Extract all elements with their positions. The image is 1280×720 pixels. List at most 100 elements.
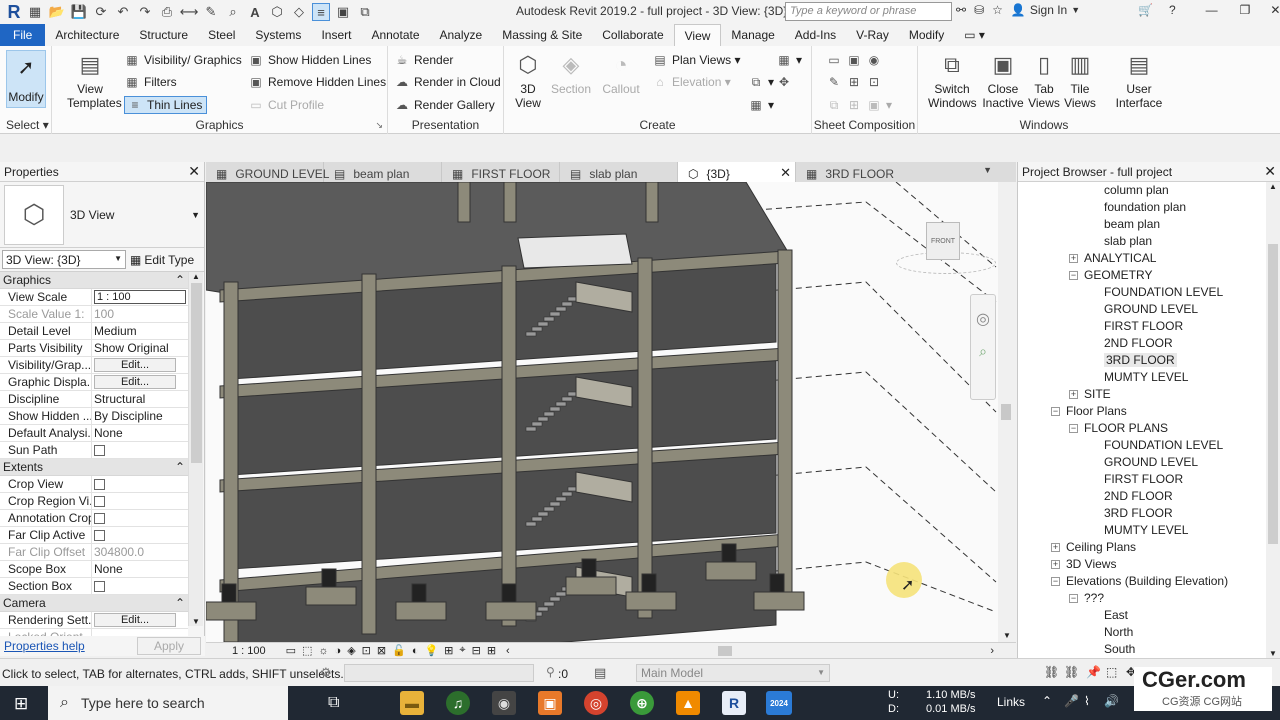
- help-search-input[interactable]: Type a keyword or phrase: [785, 2, 952, 21]
- print-icon[interactable]: ⎙: [158, 3, 176, 21]
- browser-item[interactable]: beam plan: [1104, 217, 1160, 231]
- crop-region-icon[interactable]: ⊠: [377, 644, 386, 657]
- temp-view-properties-icon[interactable]: ⊞: [444, 644, 453, 657]
- render-button[interactable]: ☕ Render: [394, 51, 454, 69]
- tile-views-button[interactable]: ▥ Tile Views: [1064, 50, 1096, 111]
- visual-style-icon[interactable]: ⬚: [302, 644, 312, 657]
- prop-rendering-settings[interactable]: Rendering Sett... Edit...: [0, 612, 188, 629]
- lock-view-icon[interactable]: 🔓: [392, 644, 406, 657]
- browser-item[interactable]: FOUNDATION LEVEL: [1104, 285, 1223, 299]
- microphone-icon[interactable]: 🎤: [1064, 694, 1079, 708]
- ribbon-toggle-icon[interactable]: ▭ ▾: [954, 24, 995, 46]
- prop-crop-region-visible[interactable]: Crop Region Vi...: [0, 493, 188, 510]
- network-icon[interactable]: ⌇: [1084, 694, 1090, 708]
- user-icon[interactable]: 👤: [1011, 3, 1026, 17]
- prop-annotation-crop[interactable]: Annotation Crop: [0, 510, 188, 527]
- save-icon[interactable]: 💾: [70, 3, 88, 21]
- 3d-view-icon[interactable]: ⬡: [268, 3, 286, 21]
- close-hidden-icon[interactable]: ▣: [334, 3, 352, 21]
- links-toolbar[interactable]: Links: [997, 695, 1025, 709]
- legends-button[interactable]: ▦ ▾: [748, 96, 774, 114]
- prop-default-analysis[interactable]: Default Analysi... None: [0, 425, 188, 442]
- editable-only-icon[interactable]: ⚲: [546, 665, 555, 679]
- scroll-down-icon[interactable]: ▼: [998, 631, 1016, 640]
- section-box-checkbox[interactable]: [94, 581, 105, 592]
- prop-parts-visibility[interactable]: Parts Visibility Show Original: [0, 340, 188, 357]
- close-icon[interactable]: ✕: [1270, 3, 1280, 17]
- browser-item[interactable]: 2ND FLOOR: [1104, 489, 1173, 503]
- collapse-icon[interactable]: −: [1051, 577, 1060, 586]
- vlc-icon[interactable]: ▲: [676, 691, 700, 715]
- modify-button[interactable]: ➚ Modify: [6, 50, 46, 108]
- collapse-icon[interactable]: −: [1051, 407, 1060, 416]
- browser-item[interactable]: GROUND LEVEL: [1104, 455, 1198, 469]
- scroll-down-icon[interactable]: ▼: [1266, 649, 1280, 658]
- 3d-view-button[interactable]: ⬡ 3D View: [510, 50, 546, 111]
- remove-hidden-lines-button[interactable]: ▣ Remove Hidden Lines: [248, 73, 386, 91]
- tab-annotate[interactable]: Annotate: [361, 24, 429, 46]
- task-view-icon[interactable]: ⧉: [328, 694, 339, 712]
- browser-item[interactable]: FOUNDATION LEVEL: [1104, 438, 1223, 452]
- cut-profile-button[interactable]: ▭ Cut Profile: [248, 96, 324, 114]
- tab-structure[interactable]: Structure: [129, 24, 198, 46]
- spotify-icon[interactable]: ♫: [446, 691, 470, 715]
- view-tab-3d[interactable]: ⬡ {3D} ✕: [678, 162, 796, 182]
- sign-in-link[interactable]: Sign In: [1030, 3, 1067, 17]
- browser-item[interactable]: FIRST FLOOR: [1104, 472, 1183, 486]
- tabs-dropdown-icon[interactable]: ▼: [983, 165, 992, 175]
- browser-item[interactable]: slab plan: [1104, 234, 1152, 248]
- browser-item[interactable]: Elevations (Building Elevation): [1066, 574, 1228, 588]
- tab-add-ins[interactable]: Add-Ins: [785, 24, 846, 46]
- steering-wheel-icon[interactable]: ◎: [971, 309, 995, 329]
- tab-insert[interactable]: Insert: [311, 24, 361, 46]
- instance-selector[interactable]: 3D View: {3D} ▼: [2, 250, 126, 269]
- collapse-icon[interactable]: −: [1069, 594, 1078, 603]
- edit-type-button[interactable]: ▦ Edit Type: [130, 253, 194, 267]
- tab-modify[interactable]: Modify: [899, 24, 954, 46]
- scroll-thumb[interactable]: [1001, 404, 1011, 420]
- worksets-icon[interactable]: ⚙: [320, 665, 332, 681]
- scroll-down-icon[interactable]: ▼: [189, 617, 203, 626]
- view-tab-slab-plan[interactable]: ▤ slab plan: [560, 162, 678, 182]
- browser-item[interactable]: FIRST FLOOR: [1104, 319, 1183, 333]
- horizontal-scrollbar[interactable]: [518, 645, 983, 656]
- type-selector[interactable]: ⬡ 3D View ▼: [0, 182, 204, 248]
- visibility-edit-button[interactable]: Edit...: [94, 358, 176, 372]
- close-inactive-button[interactable]: ▣ Close Inactive: [982, 50, 1024, 111]
- render-dialog-icon[interactable]: ◈: [347, 644, 355, 657]
- tab-manage[interactable]: Manage: [721, 24, 784, 46]
- browser-scrollbar[interactable]: ▲ ▼: [1266, 182, 1280, 658]
- show-hidden-lines-button[interactable]: ▣ Show Hidden Lines: [248, 51, 371, 69]
- home-icon[interactable]: ▦: [26, 3, 44, 21]
- group-extents[interactable]: Extents ⌃: [0, 459, 188, 476]
- filters-button[interactable]: ▦ Filters: [124, 73, 176, 91]
- render-gallery-button[interactable]: ☁ Render Gallery: [394, 96, 495, 114]
- view-tab-first-floor[interactable]: ▦ FIRST FLOOR: [442, 162, 560, 182]
- apply-button[interactable]: Apply: [137, 637, 201, 655]
- scroll-left-icon[interactable]: ‹: [506, 645, 510, 657]
- prop-crop-view[interactable]: Crop View: [0, 476, 188, 493]
- design-options-icon[interactable]: ▤: [594, 665, 606, 681]
- browser-item[interactable]: ANALYTICAL: [1084, 251, 1156, 265]
- crop-view-checkbox[interactable]: [94, 479, 105, 490]
- tab-collaborate[interactable]: Collaborate: [592, 24, 673, 46]
- elevation-button[interactable]: ⌂ Elevation ▾: [652, 73, 730, 91]
- browser-item[interactable]: SITE: [1084, 387, 1111, 401]
- 3d-viewport[interactable]: FRONT ◎ ⌕ ➚: [206, 182, 1016, 642]
- browser-item[interactable]: MUMTY LEVEL: [1104, 523, 1188, 537]
- browser-item[interactable]: MUMTY LEVEL: [1104, 370, 1188, 384]
- scroll-thumb[interactable]: [717, 645, 732, 656]
- viewcube-face[interactable]: FRONT: [926, 222, 960, 260]
- file-explorer-icon[interactable]: ▬: [400, 691, 424, 715]
- tab-architecture[interactable]: Architecture: [45, 24, 129, 46]
- dimension-icon[interactable]: ✎: [202, 3, 220, 21]
- close-tab-icon[interactable]: ✕: [780, 165, 791, 181]
- group-graphics[interactable]: Graphics ⌃: [0, 272, 188, 289]
- scroll-up-icon[interactable]: ▲: [189, 272, 203, 281]
- properties-help-link[interactable]: Properties help: [4, 639, 85, 653]
- browser-item[interactable]: 3D Views: [1066, 557, 1116, 571]
- switch-windows-button[interactable]: ⧉ Switch Windows: [928, 50, 977, 111]
- chevron-down-icon[interactable]: ▼: [191, 210, 200, 220]
- properties-scrollbar[interactable]: ▲ ▼: [188, 272, 203, 626]
- close-icon[interactable]: ✕: [1264, 163, 1276, 180]
